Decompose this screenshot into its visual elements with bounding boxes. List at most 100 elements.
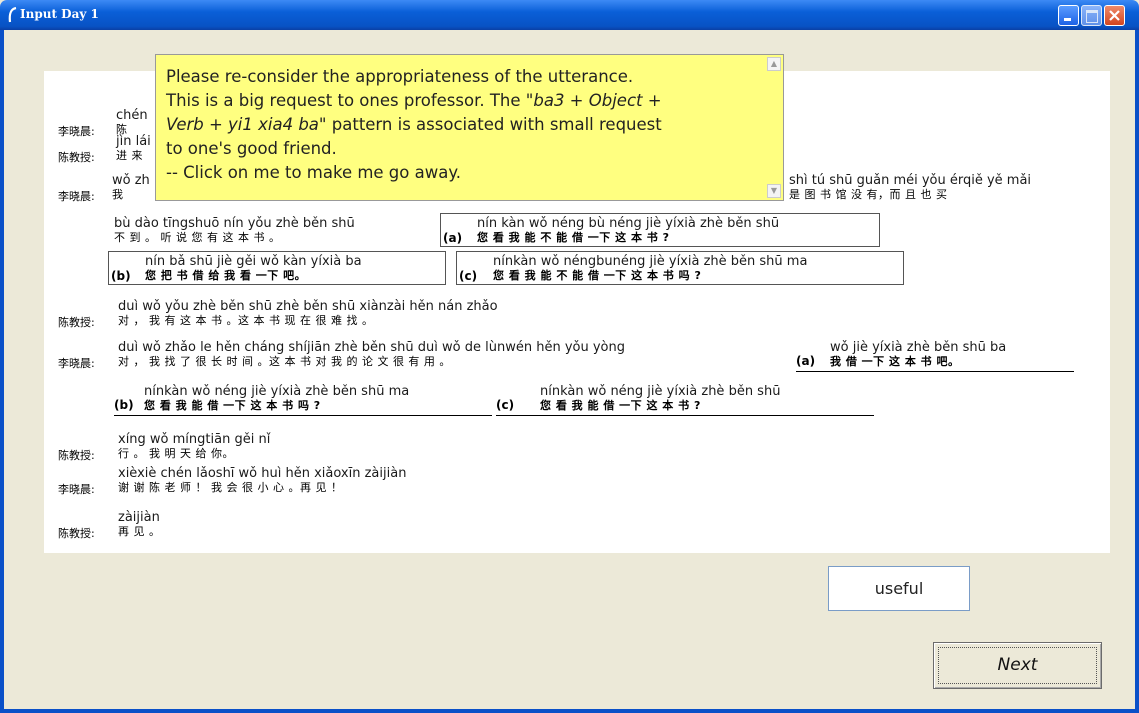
response-option-b[interactable]: (b) nínkàn wǒ néng jiè yíxià zhè běn shū… (114, 385, 494, 419)
sentence: zàijiàn 再 见 。 (118, 510, 161, 539)
sentence: nín kàn wǒ néng bù néng jiè yíxià zhè bě… (477, 216, 780, 245)
sentence: xíng wǒ míngtiān gěi nǐ 行 。 我 明 天 给 你。 (118, 432, 271, 461)
response-option-b[interactable]: (b) nín bǎ shū jiè gěi wǒ kàn yíxià ba 您… (108, 251, 446, 285)
hanzi-text: 是 图 书 馆 没 有，而 且 也 买 (789, 188, 948, 201)
sentence: duì wǒ zhǎo le hěn cháng shíjiān zhè běn… (118, 340, 625, 369)
next-button[interactable]: Next (933, 642, 1102, 689)
pinyin-text: nínkàn wǒ néngbunéng jiè yíxià zhè běn s… (493, 254, 808, 269)
sentence: wǒ jiè yíxià zhè běn shū ba 我 借 一下 这 本 书… (830, 340, 1007, 369)
tooltip-text: Please re-consider the appropriateness o… (166, 67, 634, 86)
hanzi-text: 对 ， 我 有 这 本 书 。这 本 书 现 在 很 难 找 。 (118, 314, 374, 327)
option-label: (b) (111, 269, 131, 283)
hanzi-text: 您 看 我 能 不 能 借 一下 这 本 书 ? (477, 231, 670, 244)
pinyin-text: duì wǒ yǒu zhè běn shū zhè běn shū xiànz… (118, 299, 498, 314)
hanzi-text: 您 把 书 借 给 我 看 一下 吧。 (145, 269, 307, 282)
tooltip-text: This is a big request to ones professor.… (166, 91, 534, 110)
window-border-right (1135, 30, 1139, 713)
hanzi-text: 再 见 。 (118, 525, 161, 538)
scroll-up-icon[interactable]: ▲ (767, 57, 781, 71)
hanzi-text: 我 借 一下 这 本 书 吧。 (830, 355, 960, 368)
sentence: duì wǒ yǒu zhè běn shū zhè běn shū xiànz… (118, 299, 498, 328)
dialogue-line: (b) nínkàn wǒ néng jiè yíxià zhè běn shū… (44, 385, 1110, 419)
sentence: nínkàn wǒ néng jiè yíxià zhè běn shū 您 看… (540, 384, 781, 413)
feedback-tooltip[interactable]: Please re-consider the appropriateness o… (155, 54, 784, 201)
pinyin-text: zàijiàn (118, 510, 160, 525)
speaker-label: 陈教授: (58, 527, 95, 540)
hanzi-text: 对 ， 我 找 了 很 长 时 间 。这 本 书 对 我 的 论 文 很 有 用… (118, 355, 451, 368)
tooltip-text: to one's good friend. (166, 139, 337, 158)
sentence: nínkàn wǒ néng jiè yíxià zhè běn shū ma … (144, 384, 410, 413)
dialogue-line: 李晓晨: duì wǒ zhǎo le hěn cháng shíjiān zh… (44, 341, 1110, 375)
speaker-label: 李晓晨: (58, 190, 95, 203)
pinyin-text: wǒ jiè yíxià zhè běn shū ba (830, 340, 1007, 355)
feedback-field[interactable]: useful (828, 566, 970, 611)
hanzi-text: 谢 谢 陈 老 师 ！ 我 会 很 小 心 。再 见 ！ (118, 481, 343, 494)
tooltip-message: Please re-consider the appropriateness o… (166, 65, 764, 185)
option-underline (496, 415, 874, 416)
sentence: nín bǎ shū jiè gěi wǒ kàn yíxià ba 您 把 书… (145, 254, 362, 283)
speaker-label: 陈教授: (58, 151, 95, 164)
sentence: nínkàn wǒ néngbunéng jiè yíxià zhè běn s… (493, 254, 808, 283)
option-label: (a) (796, 354, 816, 368)
response-option-c[interactable]: (c) nínkàn wǒ néng jiè yíxià zhè běn shū… (496, 385, 876, 419)
speaker-label: 陈教授: (58, 449, 95, 462)
window-titlebar[interactable]: Input Day 1 (0, 0, 1139, 30)
close-button[interactable] (1104, 5, 1125, 26)
speaker-label: 李晓晨: (58, 483, 95, 496)
hanzi-text: 您 看 我 能 借 一下 这 本 书 吗 ? (144, 399, 321, 412)
sentence: chén 陈 (116, 108, 148, 137)
sentence: wǒ zh 我 (112, 173, 150, 202)
pinyin-text: chén (116, 108, 148, 123)
pinyin-text: jìn lái (116, 134, 151, 149)
pinyin-text: wǒ zh (112, 173, 150, 188)
dialogue-line: 陈教授: duì wǒ yǒu zhè běn shū zhè běn shū … (44, 300, 1110, 334)
pinyin-text: nínkàn wǒ néng jiè yíxià zhè běn shū ma (144, 384, 410, 399)
response-option-a[interactable]: (a) wǒ jiè yíxià zhè běn shū ba 我 借 一下 这… (796, 341, 1076, 375)
option-label: (c) (459, 269, 478, 283)
hanzi-text: 您 看 我 能 借 一下 这 本 书 ? (540, 399, 701, 412)
pinyin-text: bù dào tīngshuō nín yǒu zhè běn shū (114, 216, 355, 231)
pinyin-text: shì tú shū guǎn méi yǒu érqiě yě mǎi (789, 173, 1032, 188)
dialogue-line: bù dào tīngshuō nín yǒu zhè běn shū 不 到 … (44, 213, 1110, 251)
minimize-button[interactable] (1058, 5, 1079, 26)
hanzi-text: 进 来 (116, 149, 143, 162)
pinyin-text: xíng wǒ míngtiān gěi nǐ (118, 432, 271, 447)
dialogue-line: 李晓晨: xièxiè chén lǎoshī wǒ huì hěn xiǎox… (44, 467, 844, 501)
pinyin-text: xièxiè chén lǎoshī wǒ huì hěn xiǎoxīn zà… (118, 466, 407, 481)
option-label: (a) (443, 231, 463, 245)
window-border-bottom (0, 709, 1139, 713)
option-label: (c) (496, 398, 515, 412)
pinyin-text: nínkàn wǒ néng jiè yíxià zhè běn shū (540, 384, 781, 399)
pinyin-text: nín bǎ shū jiè gěi wǒ kàn yíxià ba (145, 254, 362, 269)
speaker-label: 李晓晨: (58, 357, 95, 370)
window-title: Input Day 1 (20, 7, 99, 21)
hanzi-text: 我 (112, 188, 124, 201)
pinyin-text: nín kàn wǒ néng bù néng jiè yíxià zhè bě… (477, 216, 780, 231)
close-icon (1109, 10, 1120, 21)
response-option-a[interactable]: (a) nín kàn wǒ néng bù néng jiè yíxià zh… (440, 213, 880, 247)
maximize-button[interactable] (1081, 5, 1102, 26)
scroll-track (767, 71, 781, 184)
tooltip-dismiss-text: -- Click on me to make me go away. (166, 163, 461, 182)
response-option-c[interactable]: (c) nínkàn wǒ néngbunéng jiè yíxià zhè b… (456, 251, 904, 285)
dialogue-line: 陈教授: zàijiàn 再 见 。 (44, 511, 444, 545)
sentence: jìn lái 进 来 (116, 134, 151, 163)
dialogue-line: (b) nín bǎ shū jiè gěi wǒ kàn yíxià ba 您… (44, 251, 1110, 289)
option-underline (114, 415, 492, 416)
window-border-left (0, 30, 4, 713)
dialogue-line: 陈教授: xíng wǒ míngtiān gěi nǐ 行 。 我 明 天 给… (44, 433, 644, 467)
tooltip-text: pattern is associated with small request (326, 115, 662, 134)
tooltip-pattern: Verb + yi1 xia4 ba" (166, 115, 327, 134)
app-icon (8, 7, 17, 23)
hanzi-text: 行 。 我 明 天 给 你。 (118, 447, 234, 460)
option-label: (b) (114, 398, 134, 412)
sentence: bù dào tīngshuō nín yǒu zhè běn shū 不 到 … (114, 216, 355, 245)
speaker-label: 陈教授: (58, 316, 95, 329)
scroll-down-icon[interactable]: ▼ (767, 184, 781, 198)
option-underline (796, 371, 1074, 372)
sentence: xièxiè chén lǎoshī wǒ huì hěn xiǎoxīn zà… (118, 466, 407, 495)
hanzi-text: 您 看 我 能 不 能 借 一下 这 本 书 吗 ? (493, 269, 702, 282)
pinyin-text: duì wǒ zhǎo le hěn cháng shíjiān zhè běn… (118, 340, 625, 355)
tooltip-scrollbar[interactable]: ▲ ▼ (767, 57, 781, 198)
tooltip-pattern: ba3 + Object + (533, 91, 662, 110)
